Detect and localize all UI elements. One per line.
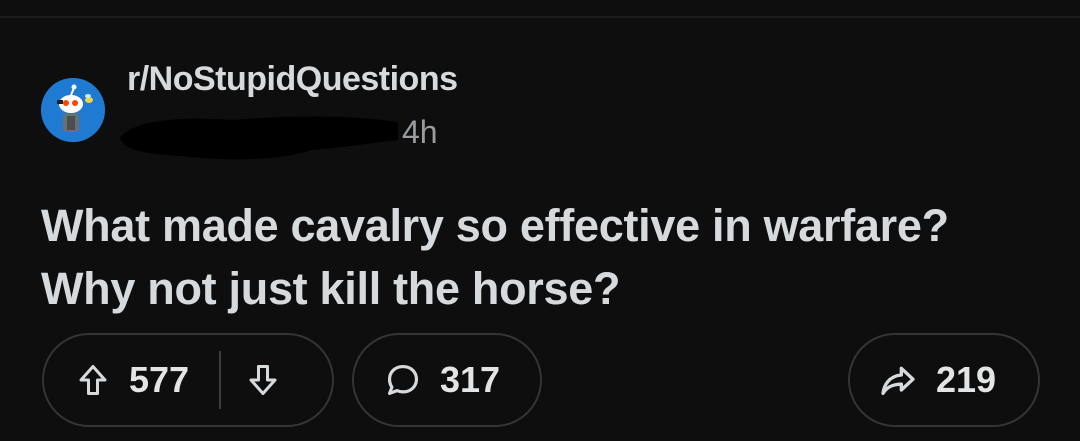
subreddit-name[interactable]: r/NoStupidQuestions <box>127 60 458 99</box>
share-button[interactable]: 219 <box>848 333 1040 427</box>
vote-separator <box>219 351 222 409</box>
share-arrow-icon <box>878 360 918 400</box>
post-timestamp: 4h <box>402 114 438 150</box>
comment-bubble-icon <box>384 361 422 399</box>
share-count: 219 <box>936 359 997 400</box>
top-divider <box>0 16 1080 18</box>
arrow-up-icon[interactable] <box>75 362 111 398</box>
upvote-count: 577 <box>129 359 190 400</box>
comments-button[interactable]: 317 <box>352 333 542 427</box>
post-title[interactable]: What made cavalry so effective in warfar… <box>41 194 1041 320</box>
comment-count: 317 <box>440 359 501 400</box>
arrow-down-icon[interactable] <box>245 362 281 398</box>
vote-control: 577 <box>42 333 334 427</box>
subreddit-avatar-icon[interactable] <box>41 78 105 142</box>
redacted-username <box>120 116 398 160</box>
